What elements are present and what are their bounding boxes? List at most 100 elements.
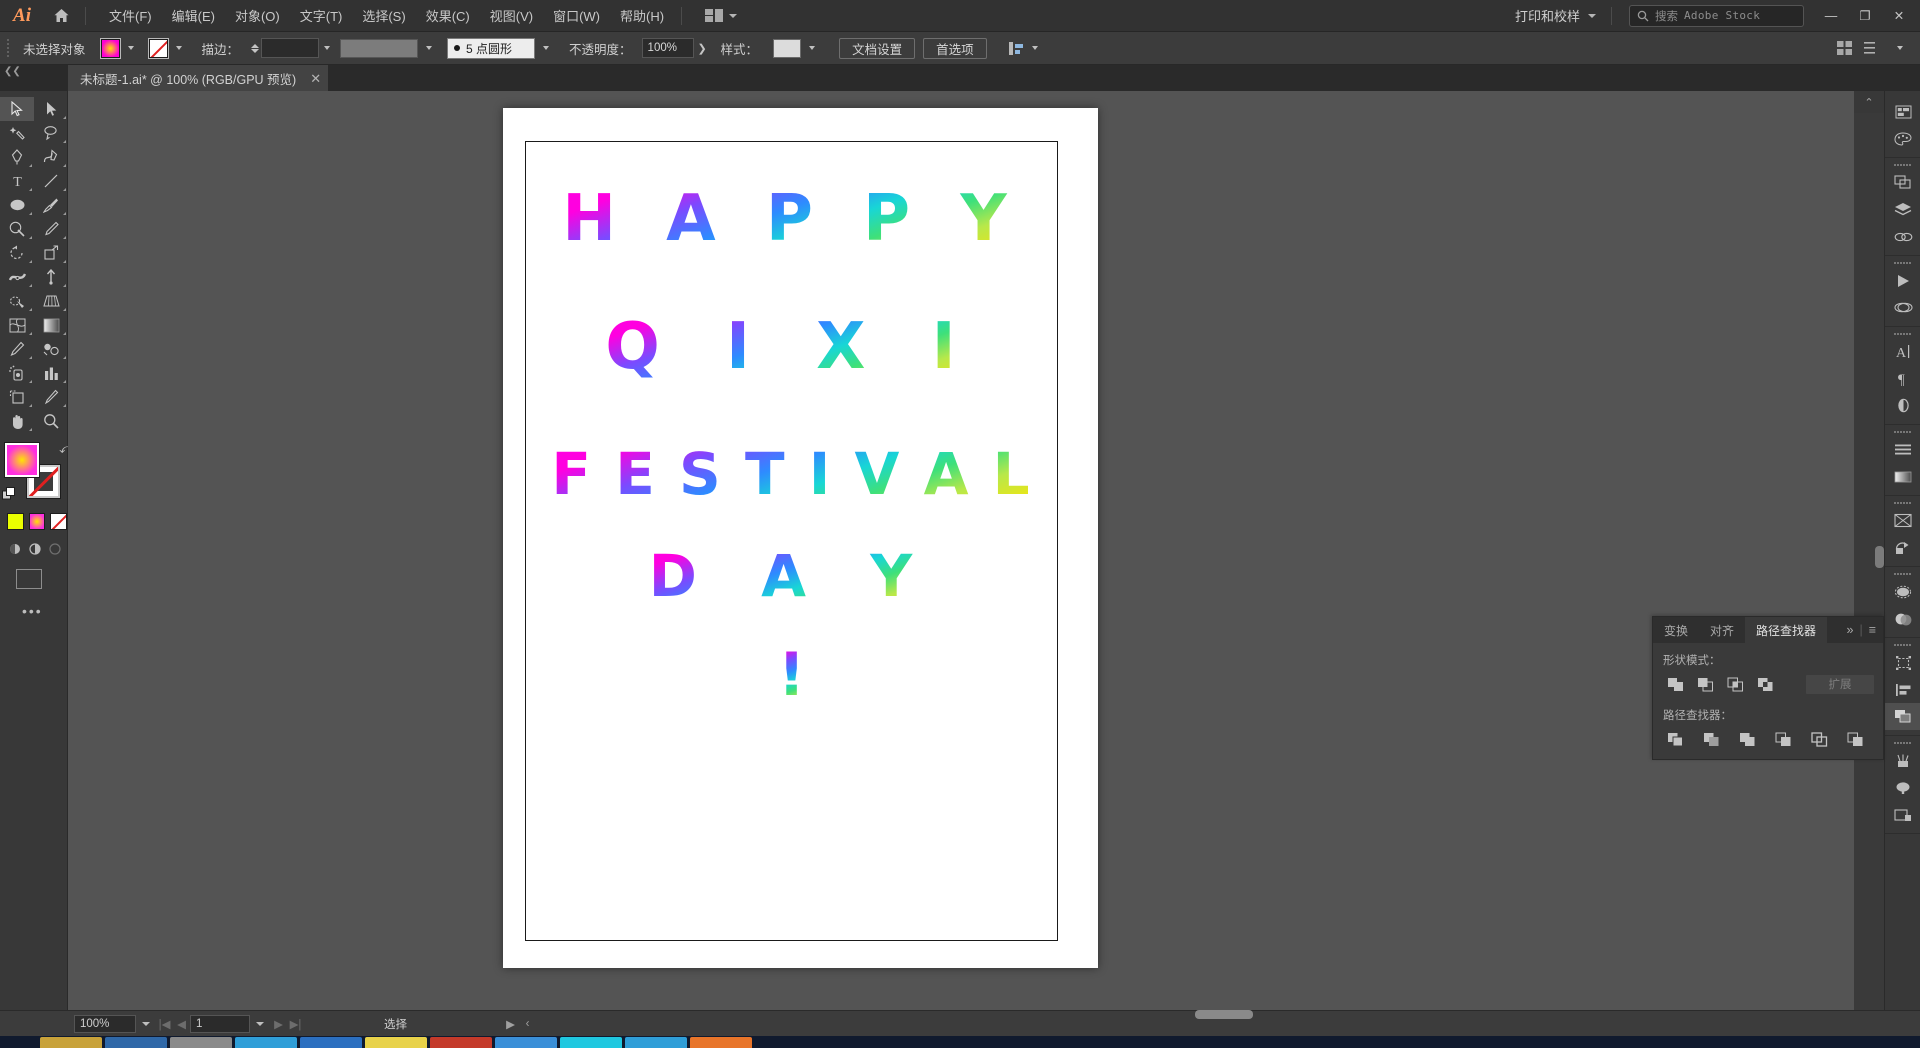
brush-definition-value[interactable]: 5 点圆形 [447,37,536,59]
edit-toolbar-icon[interactable]: ••• [22,603,67,619]
tool-pen[interactable] [0,145,34,169]
control-bar-overflow-chevron-icon[interactable] [1892,39,1908,58]
actions-icon[interactable] [1885,267,1920,294]
trim-button[interactable] [1698,729,1725,749]
window-close-button[interactable]: ✕ [1882,1,1916,31]
taskbar-item[interactable] [105,1037,167,1048]
tool-selection[interactable] [0,97,34,121]
rail-grip-8[interactable] [1885,641,1920,649]
next-artboard-button[interactable]: ▶ [270,1014,287,1034]
image-trace-icon[interactable] [1885,507,1920,534]
merge-button[interactable] [1734,729,1761,749]
libraries-icon[interactable] [1885,747,1920,774]
pathfinder-active-icon[interactable] [1885,703,1920,730]
default-fill-stroke-icon[interactable] [2,487,16,504]
tab-transform[interactable]: 变换 [1653,617,1699,643]
rail-grip-2[interactable] [1885,161,1920,169]
artboard[interactable]: H A P P Y Q I X I F E S T I V A L D A Y … [525,141,1058,941]
transparency-icon[interactable] [1885,605,1920,632]
tool-slice[interactable] [34,385,68,409]
none-button[interactable] [50,513,68,530]
minus-back-button[interactable] [1842,729,1869,749]
menu-item-select[interactable]: 选择(S) [352,0,415,31]
stroke-profile-chevron-icon[interactable] [421,39,437,58]
proof-setup-button[interactable]: 打印和校样 [1507,2,1604,29]
tool-eyedropper[interactable] [0,337,34,361]
taskbar-item[interactable] [235,1037,297,1048]
brushes-icon[interactable] [1885,578,1920,605]
tool-width[interactable] [0,265,34,289]
links-icon[interactable] [1885,223,1920,250]
tool-magic-wand[interactable] [0,121,34,145]
stroke-weight-input[interactable] [261,38,320,58]
tool-zoom[interactable] [34,409,68,433]
rail-grip-4[interactable] [1885,330,1920,338]
align-chevron-icon[interactable] [1027,39,1043,58]
menu-item-object[interactable]: 对象(O) [225,0,290,31]
adobe-stock-search[interactable]: 搜索 Adobe Stock [1629,4,1804,27]
document-tab[interactable]: 未标题-1.ai* @ 100% (RGB/GPU 预览) ✕ [68,65,330,91]
artboard-number-input[interactable]: 1 [190,1014,250,1033]
stroke-profile-control[interactable] [335,38,442,58]
stroke-weight-stepper[interactable] [249,43,261,53]
unite-button[interactable] [1662,674,1689,694]
align-panel-icon[interactable] [1885,436,1920,463]
color-icon[interactable] [1885,125,1920,152]
tool-scale[interactable] [34,241,68,265]
align-options-control[interactable] [1003,39,1048,58]
tool-lasso[interactable] [34,121,68,145]
rail-grip-5[interactable] [1885,428,1920,436]
opacity-expand-arrow-icon[interactable]: ❯ [694,38,711,58]
taskbar-item[interactable] [430,1037,492,1048]
rail-grip-9[interactable] [1885,739,1920,747]
status-collapse-icon[interactable]: ‹ [519,1014,536,1034]
graphic-style-control[interactable] [768,38,825,58]
rail-grip-3[interactable] [1885,259,1920,267]
character-icon[interactable]: A [1885,338,1920,365]
asset-export-icon[interactable] [1885,534,1920,561]
color-button[interactable] [7,513,24,530]
divide-button[interactable] [1662,729,1689,749]
gradient-button[interactable] [28,513,46,530]
layers-icon[interactable] [1885,196,1920,223]
outline-button[interactable] [1806,729,1833,749]
symbols-icon[interactable] [1885,294,1920,321]
close-icon[interactable]: ✕ [310,72,321,85]
graphic-style-swatch[interactable] [773,38,802,58]
fill-color-swatch[interactable] [5,443,39,477]
tab-align[interactable]: 对齐 [1699,617,1745,643]
tool-paintbrush[interactable] [34,193,68,217]
screen-mode-button[interactable] [16,569,42,589]
dock-collapse-button[interactable]: ⌃ [1854,91,1884,113]
rail-grip-6[interactable] [1885,499,1920,507]
graphic-style-chevron-icon[interactable] [804,39,820,58]
window-minimize-button[interactable]: — [1814,1,1848,31]
menu-item-view[interactable]: 视图(V) [480,0,543,31]
appearance-icon[interactable] [1885,392,1920,419]
tab-pathfinder[interactable]: 路径查找器 [1745,617,1828,643]
draw-normal-icon[interactable] [6,540,23,557]
menu-item-file[interactable]: 文件(F) [99,0,162,31]
status-display[interactable]: 选择 ▶ ‹ [384,1014,536,1034]
panel-menu-icon[interactable]: ≡ [1869,623,1876,637]
canvas-vertical-scrollbar[interactable] [1875,546,1884,568]
expand-button[interactable]: 扩展 [1806,674,1874,694]
pathfinder-panel-icon[interactable] [1885,169,1920,196]
canvas-horizontal-scrollbar[interactable] [1075,1010,1585,1019]
artboard2-icon[interactable] [1885,801,1920,828]
zoom-level-input[interactable]: 100% [74,1014,136,1033]
exclude-button[interactable] [1752,674,1779,694]
stroke-swatch[interactable] [147,37,169,59]
first-artboard-button[interactable]: |◀ [156,1014,173,1034]
workspace-switcher[interactable] [699,5,743,27]
intersect-button[interactable] [1722,674,1749,694]
taskbar-item[interactable] [560,1037,622,1048]
symbols2-icon[interactable] [1885,774,1920,801]
transform-icon[interactable] [1885,649,1920,676]
tool-gradient[interactable] [34,313,68,337]
tool-line-segment[interactable] [34,169,68,193]
art-line-day[interactable]: D A Y [526,542,1057,610]
tool-rotate[interactable] [0,241,34,265]
last-artboard-button[interactable]: ▶| [287,1014,304,1034]
paragraph-icon[interactable]: ¶ [1885,365,1920,392]
